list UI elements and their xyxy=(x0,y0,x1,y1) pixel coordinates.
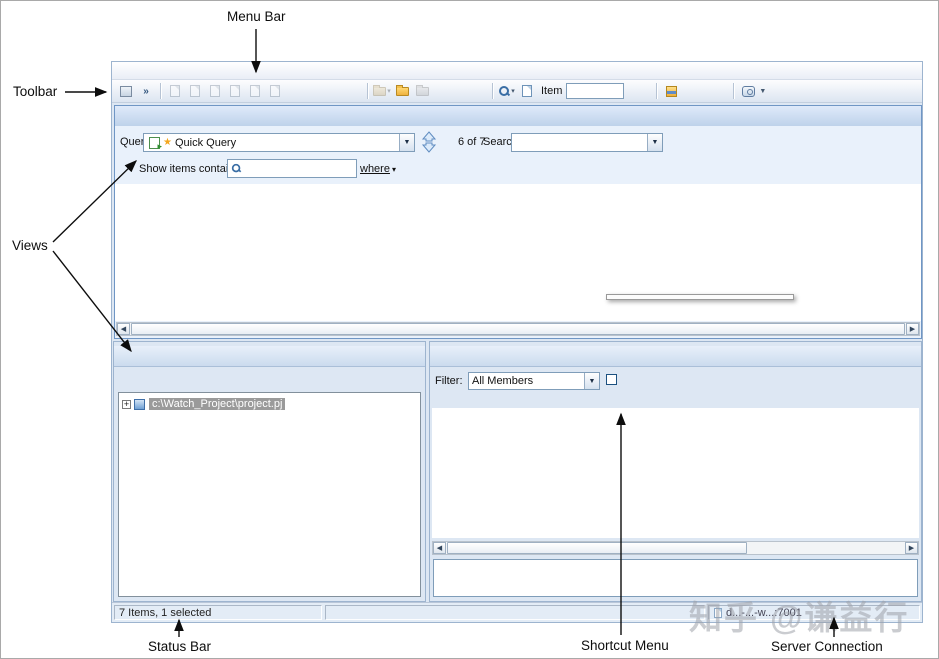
member-filter-row: Filter: All Members ▼ xyxy=(434,371,925,391)
scroll-left-icon[interactable]: ◀ xyxy=(117,323,130,335)
filter-combobox[interactable]: All Members ▼ xyxy=(468,372,600,390)
sandbox-folder-icon: ▾ xyxy=(372,82,392,100)
query-icon xyxy=(149,137,160,149)
scrollbar-thumb[interactable] xyxy=(447,542,747,554)
annotation-server-connection: Server Connection xyxy=(771,639,883,654)
toolbar-separator xyxy=(367,83,368,99)
sandbox-root-path: c:\Watch_Project\project.pj xyxy=(149,398,285,410)
search-combobox[interactable]: ▼ xyxy=(511,133,663,152)
search-icon xyxy=(232,164,241,173)
filter-label: Filter: xyxy=(435,375,463,387)
sandbox-icon xyxy=(134,399,145,410)
member-table-header xyxy=(432,393,919,408)
items-table-hscrollbar[interactable]: ◀ ▶ xyxy=(116,322,920,336)
closed-folder-icon xyxy=(412,82,432,100)
members-panel: Filter: All Members ▼ ◀ ▶ xyxy=(429,341,922,602)
shortcut-menu xyxy=(606,294,794,300)
item-id-label: Item xyxy=(541,85,562,97)
annotation-shortcut-menu: Shortcut Menu xyxy=(581,638,669,653)
sandbox-root-node[interactable]: + c:\Watch_Project\project.pj xyxy=(122,396,417,412)
navigate-results-icon[interactable] xyxy=(421,131,437,153)
sandboxes-panel: + c:\Watch_Project\project.pj xyxy=(113,341,426,602)
annotation-views: Views xyxy=(12,238,48,253)
query-value: Quick Query xyxy=(175,137,236,149)
filter-checkbox[interactable] xyxy=(606,374,617,385)
change-package-icon[interactable] xyxy=(661,82,681,100)
item-id-input[interactable] xyxy=(566,83,624,99)
toolbar-separator xyxy=(492,83,493,99)
view-tab-strip xyxy=(115,106,921,126)
refresh-view-icon[interactable] xyxy=(738,82,758,100)
search-icon[interactable]: ▾ xyxy=(497,82,517,100)
sandbox-tab-strip xyxy=(114,346,425,367)
result-range: 6 of 7 xyxy=(458,136,486,148)
status-middle-section xyxy=(325,605,705,620)
status-items-summary: 7 Items, 1 selected xyxy=(114,605,322,620)
scroll-right-icon[interactable]: ▶ xyxy=(905,542,918,554)
member-tree xyxy=(432,408,919,538)
scrollbar-thumb[interactable] xyxy=(131,323,905,335)
item-action-icon-6 xyxy=(265,82,285,100)
toolbar-separator xyxy=(160,83,161,99)
toolbar-overflow-chevron[interactable]: » xyxy=(136,82,156,100)
items-table xyxy=(115,184,921,321)
toolbar-separator xyxy=(656,83,657,99)
expander-plus-icon[interactable]: + xyxy=(122,400,131,409)
annotation-status-bar: Status Bar xyxy=(148,639,211,654)
scroll-right-icon[interactable]: ▶ xyxy=(906,323,919,335)
open-project-icon[interactable] xyxy=(392,82,412,100)
favorite-star-icon: ★ xyxy=(163,137,172,148)
sandbox-tree: + c:\Watch_Project\project.pj xyxy=(118,392,421,597)
watermark: 知乎 @谦益行 xyxy=(689,591,909,639)
dropdown-arrow-icon[interactable]: ▼ xyxy=(759,88,766,95)
annotation-toolbar: Toolbar xyxy=(13,84,57,99)
filter-items-input[interactable] xyxy=(227,159,357,178)
viewset-icon[interactable] xyxy=(116,82,136,100)
where-link[interactable]: where xyxy=(360,163,396,175)
item-action-icon-5 xyxy=(245,82,265,100)
scroll-left-icon[interactable]: ◀ xyxy=(433,542,446,554)
member-tab-strip xyxy=(430,346,921,367)
toolbar: » ▾ ▾ Item ▼ xyxy=(112,80,922,103)
filter-dropdown-button[interactable]: ▼ xyxy=(584,373,599,389)
query-combobox[interactable]: ★Quick Query ▼ xyxy=(143,133,415,152)
query-dropdown-button[interactable]: ▼ xyxy=(399,134,414,151)
item-action-icon-3 xyxy=(205,82,225,100)
toolbar-separator xyxy=(733,83,734,99)
screenshot-canvas: » ▾ ▾ Item ▼ xyxy=(0,0,939,659)
edit-item-icon[interactable] xyxy=(517,82,537,100)
member-hscrollbar[interactable]: ◀ ▶ xyxy=(432,541,919,555)
item-action-icon-1 xyxy=(165,82,185,100)
application-window: » ▾ ▾ Item ▼ xyxy=(111,61,923,623)
query-panel: Query: ★Quick Query ▼ 6 of 7 Search: ▼ S… xyxy=(115,126,921,184)
annotation-menu-bar: Menu Bar xyxy=(227,9,286,24)
item-action-icon-2 xyxy=(185,82,205,100)
item-action-icon-4 xyxy=(225,82,245,100)
menu-bar xyxy=(112,62,922,80)
search-dropdown-button[interactable]: ▼ xyxy=(647,134,662,151)
query-view: Query: ★Quick Query ▼ 6 of 7 Search: ▼ S… xyxy=(114,105,922,339)
items-table-header xyxy=(115,184,921,201)
